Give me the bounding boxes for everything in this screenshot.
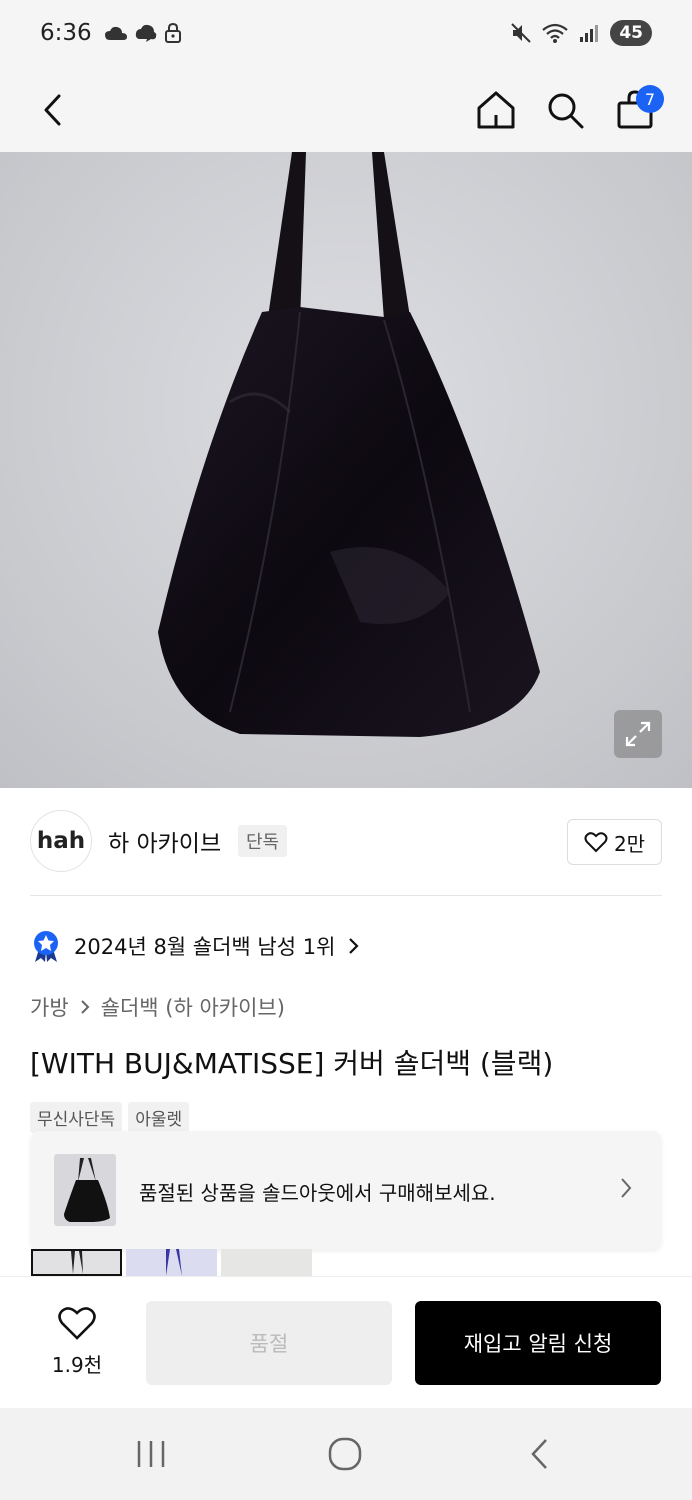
wifi-icon: [542, 23, 569, 43]
restock-alert-button[interactable]: 재입고 알림 신청: [415, 1301, 661, 1385]
mute-icon: [511, 23, 532, 43]
brand-name[interactable]: 하 아카이브: [108, 824, 221, 858]
cart-badge: 7: [636, 85, 664, 113]
breadcrumb-item-category[interactable]: 가방: [30, 992, 69, 1022]
heart-icon: [58, 1307, 96, 1340]
search-button[interactable]: [535, 80, 595, 140]
battery-indicator: 45: [610, 20, 652, 46]
thumbnail-item[interactable]: [221, 1249, 312, 1276]
soldout-thumbnail: [54, 1154, 116, 1226]
brand-logo[interactable]: hah: [30, 810, 92, 872]
soldout-banner-text: 품절된 상품을 솔드아웃에서 구매해보세요.: [139, 1181, 496, 1205]
soldout-banner[interactable]: 품절된 상품을 솔드아웃에서 구매해보세요.: [31, 1131, 661, 1249]
wishlist-button[interactable]: 1.9천: [38, 1305, 116, 1378]
back-icon: [531, 1439, 547, 1469]
bag-thumbnail-image: [64, 1158, 110, 1222]
cloud-icon: [135, 24, 157, 42]
brand-exclusive-tag: 단독: [238, 825, 288, 857]
chevron-right-icon: [80, 1000, 90, 1014]
home-button[interactable]: [466, 80, 526, 140]
status-right-icons: 45: [510, 20, 652, 46]
tag-outlet: 아울렛: [128, 1102, 190, 1133]
product-tags: 무신사단독 아울렛: [30, 1102, 190, 1133]
home-circle-icon: [328, 1437, 362, 1471]
cart-button[interactable]: 7: [605, 80, 665, 140]
status-time: 6:36: [40, 20, 92, 46]
system-back-button[interactable]: [520, 1434, 560, 1474]
recent-apps-icon: [137, 1441, 165, 1467]
expand-icon: [625, 721, 651, 747]
chevron-right-icon: [349, 938, 359, 954]
heart-icon: [584, 832, 608, 853]
expand-button[interactable]: [614, 710, 662, 758]
brand-like-count: 2만: [613, 831, 646, 856]
ranking-badge-icon: [34, 931, 58, 962]
thumbnail-strip: [31, 1249, 312, 1276]
tag-exclusive: 무신사단독: [30, 1102, 123, 1133]
lock-icon: [165, 22, 181, 43]
bag-thumbnail-image: [166, 1249, 182, 1276]
ranking-row[interactable]: 2024년 8월 숄더백 남성 1위: [30, 928, 361, 964]
back-button[interactable]: [24, 80, 84, 140]
brand-row: hah 하 아카이브 단독 2만: [30, 810, 662, 874]
top-nav: 7: [0, 70, 692, 222]
soldout-button: 품절: [146, 1301, 392, 1385]
ranking-text: 2024년 8월 숄더백 남성 1위: [74, 935, 336, 959]
thumbnail-item[interactable]: [126, 1249, 217, 1276]
cloud-icon: [105, 26, 127, 40]
divider: [30, 895, 662, 896]
bottom-action-bar: 1.9천 품절 재입고 알림 신청: [0, 1276, 692, 1408]
product-title: [WITH BUJ&MATISSE] 커버 숄더백 (블랙): [30, 1047, 554, 1080]
brand-like-button[interactable]: 2만: [567, 819, 662, 865]
chevron-right-icon: [621, 1178, 632, 1198]
bag-thumbnail-image: [71, 1251, 83, 1274]
search-icon: [548, 93, 584, 129]
bag-product-photo: [158, 152, 540, 737]
breadcrumb: 가방 숄더백 (하 아카이브): [30, 992, 285, 1022]
status-bar: 6:36 45: [0, 0, 692, 70]
product-image[interactable]: [0, 152, 692, 788]
back-icon: [44, 94, 61, 126]
home-icon: [477, 91, 515, 129]
signal-icon: [580, 25, 599, 42]
thumbnail-item[interactable]: [31, 1249, 122, 1276]
wishlist-count: 1.9천: [51, 1353, 103, 1377]
status-left-icons: [104, 22, 182, 44]
breadcrumb-item-subcategory[interactable]: 숄더백 (하 아카이브): [101, 992, 285, 1022]
system-navigation-bar: [0, 1408, 692, 1500]
system-home-button[interactable]: [325, 1434, 365, 1474]
recent-apps-button[interactable]: [131, 1434, 171, 1474]
